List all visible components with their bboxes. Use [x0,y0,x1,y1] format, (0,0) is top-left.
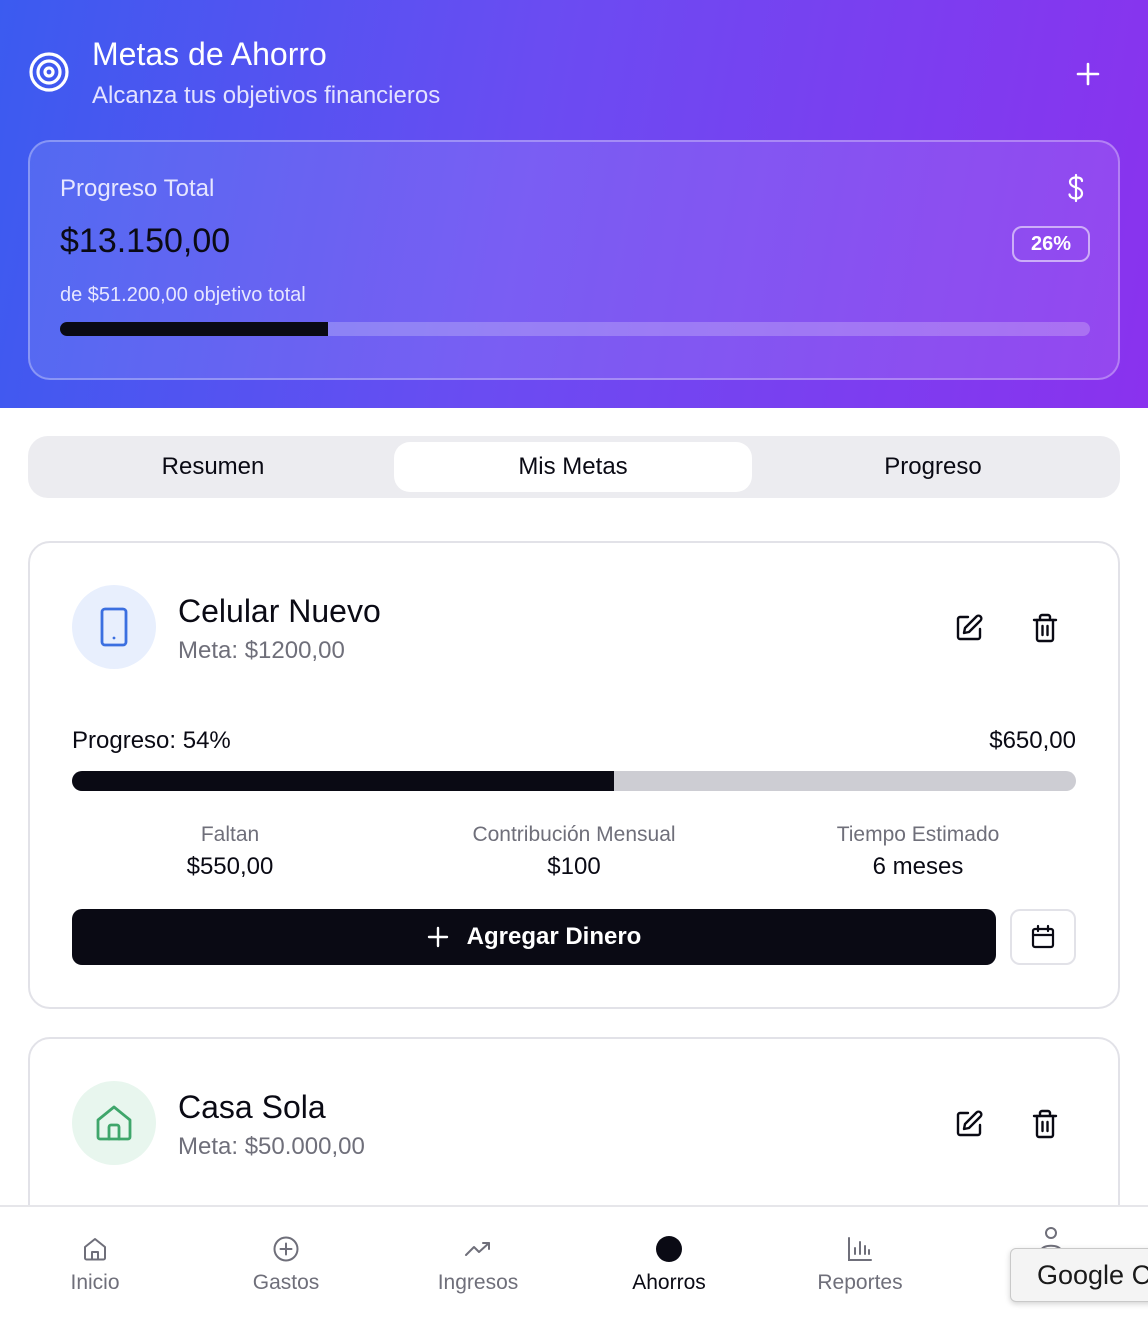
goal-progress-fill [72,771,615,791]
nav-label: Gastos [252,1271,320,1294]
edit-icon[interactable] [954,613,984,643]
total-progress-bar [60,322,1090,336]
calendar-icon [1031,924,1055,949]
goal-name: Celular Nuevo [178,593,381,629]
bottom-nav: Inicio Gastos Ingresos Ahorros Reportes [0,1205,1148,1322]
stat-label: Faltan [200,823,260,846]
nav-item-reportes[interactable]: Reportes [785,1235,935,1295]
goal-icon-badge [72,585,156,669]
goal-target: Meta: $50.000,00 [178,1133,365,1160]
target-icon [29,52,69,92]
goal-progress-label: Progreso: 54% [72,727,231,754]
nav-item-ingresos[interactable]: Ingresos [403,1235,553,1295]
add-money-label: Agregar Dinero [466,923,642,950]
nav-label: Inicio [70,1271,120,1294]
bar-chart-icon [848,1237,872,1261]
dot-icon [656,1236,682,1262]
nav-item-gastos[interactable]: Gastos [211,1235,361,1295]
tab-bar: Resumen Mis Metas Progreso [28,436,1120,498]
total-progress-label: Progreso Total [60,175,215,202]
total-amount: $13.150,00 [60,222,231,260]
goal-stat-monthly: Contribución Mensual $100 [424,823,724,881]
plus-icon [1076,62,1100,86]
add-money-button[interactable]: Agregar Dinero [72,909,996,965]
stat-value: $100 [547,853,601,880]
trash-icon[interactable] [1030,613,1060,643]
total-progress-fill [60,322,328,336]
nav-item-inicio[interactable]: Inicio [20,1235,170,1295]
total-percent-badge: 26% [1012,226,1090,262]
nav-item-ahorros[interactable]: Ahorros [594,1235,744,1295]
nav-label: Ingresos [437,1271,519,1294]
stat-label: Contribución Mensual [472,823,676,846]
goal-target: Meta: $1200,00 [178,637,345,664]
smartphone-icon [100,607,128,647]
total-progress-card: Progreso Total $13.150,00 26% de $51.200… [28,140,1120,380]
trending-up-icon [465,1242,490,1256]
goal-stat-remaining: Faltan $550,00 [80,823,380,881]
schedule-button[interactable] [1010,909,1076,965]
stat-value: 6 meses [872,853,964,880]
goal-saved-amount: $650,00 [989,727,1076,754]
browser-tooltip: Google C [1010,1248,1148,1302]
goal-icon-badge [72,1081,156,1165]
stat-value: $550,00 [186,853,274,880]
page-subtitle: Alcanza tus objetivos financieros [92,82,441,109]
nav-label: Ahorros [632,1271,706,1294]
stat-label: Tiempo Estimado [836,823,1000,846]
tab-resumen[interactable]: Resumen [34,442,392,492]
home-icon [84,1238,106,1261]
goal-progress-bar [72,771,1076,791]
header: Metas de Ahorro Alcanza tus objetivos fi… [0,0,1148,408]
nav-label: Reportes [817,1271,903,1294]
goal-name: Casa Sola [178,1089,326,1125]
total-goal-text: de $51.200,00 objetivo total [60,284,306,306]
tab-progreso[interactable]: Progreso [754,442,1112,492]
tab-mis-metas[interactable]: Mis Metas [394,442,752,492]
dollar-icon [1068,173,1084,203]
goal-stat-eta: Tiempo Estimado 6 meses [768,823,1068,881]
trash-icon[interactable] [1030,1109,1060,1139]
goal-card: Celular Nuevo Meta: $1200,00 Progreso: 5… [28,541,1120,1009]
add-goal-button[interactable] [1070,56,1106,92]
edit-icon[interactable] [954,1109,984,1139]
plus-icon [427,926,448,948]
page-title: Metas de Ahorro [92,36,327,72]
house-icon [96,1105,132,1141]
plus-circle-icon [273,1236,299,1262]
